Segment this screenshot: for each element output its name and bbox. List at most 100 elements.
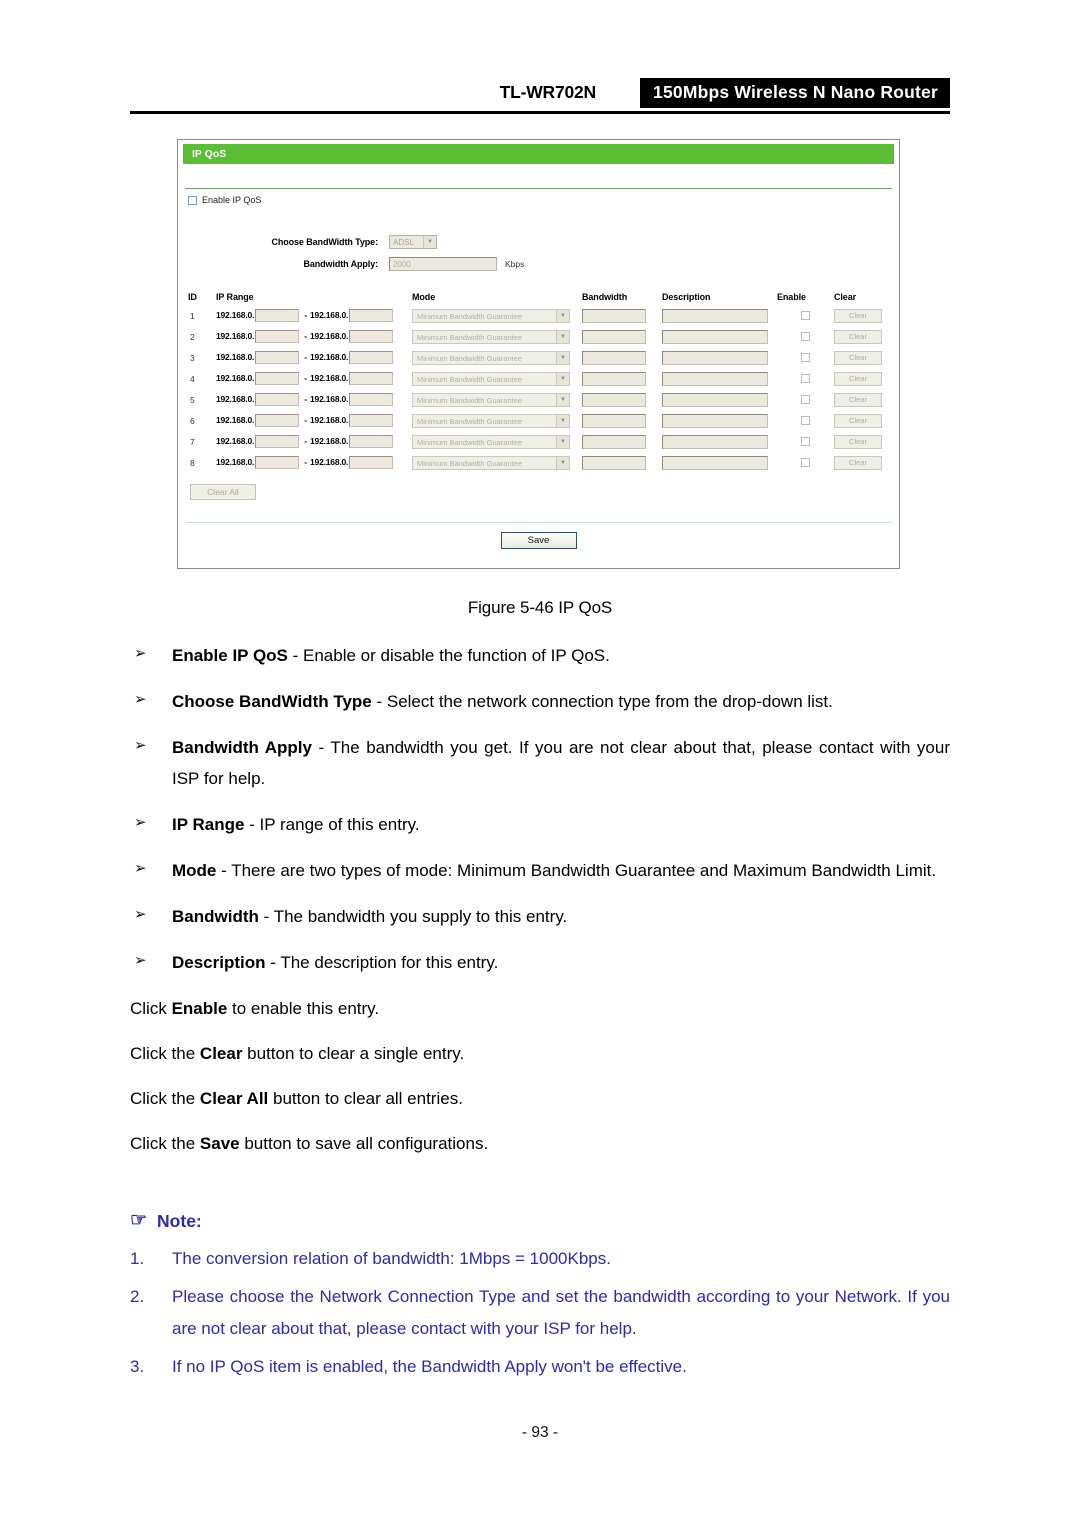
description-input[interactable] bbox=[662, 371, 768, 386]
clear-button[interactable]: Clear bbox=[834, 392, 882, 407]
ip-start-input[interactable] bbox=[255, 372, 300, 385]
instruction-suffix: button to clear all entries. bbox=[268, 1089, 463, 1108]
enable-ip-qos-checkbox[interactable] bbox=[188, 195, 197, 205]
ip-end-input[interactable] bbox=[349, 393, 394, 406]
ip-end-input[interactable] bbox=[349, 309, 394, 322]
chevron-down-icon[interactable]: ▼ bbox=[423, 235, 436, 248]
definition-term: Description bbox=[172, 953, 266, 972]
instruction-prefix: Click the bbox=[130, 1044, 200, 1063]
ip-start-input[interactable] bbox=[255, 393, 300, 406]
ip-end-input[interactable] bbox=[349, 435, 394, 448]
enable-checkbox[interactable] bbox=[801, 395, 810, 404]
description-input[interactable] bbox=[662, 350, 768, 365]
bandwidth-input[interactable] bbox=[582, 392, 646, 407]
clear-button[interactable]: Clear bbox=[834, 413, 882, 428]
chevron-down-icon[interactable]: ▼ bbox=[556, 330, 569, 343]
definition-item: ➢ Enable IP QoS - Enable or disable the f… bbox=[130, 640, 950, 671]
clear-button[interactable]: Clear bbox=[834, 308, 882, 323]
bullet-arrow-icon: ➢ bbox=[134, 691, 147, 708]
ip-start-input[interactable] bbox=[255, 309, 300, 322]
instruction-prefix: Click bbox=[130, 999, 172, 1018]
bandwidth-input[interactable] bbox=[582, 308, 646, 323]
ip-end-input[interactable] bbox=[349, 414, 394, 427]
row-ip-range: 192.168.0. -192.168.0. bbox=[216, 330, 412, 343]
ip-end-input[interactable] bbox=[349, 456, 394, 469]
table-row: 8 192.168.0. -192.168.0. Minimum Bandwidth … bbox=[188, 452, 888, 473]
row-clear: Clear bbox=[834, 329, 888, 344]
ip-start-prefix: 192.168.0. bbox=[216, 393, 255, 404]
bandwidth-input[interactable] bbox=[582, 413, 646, 428]
column-header-description: Description bbox=[662, 291, 711, 302]
description-input[interactable] bbox=[662, 413, 768, 428]
clear-all-button[interactable]: Clear All bbox=[190, 484, 256, 500]
clear-button[interactable]: Clear bbox=[834, 434, 882, 449]
mode-select[interactable]: Minimum Bandwidth Guarantee ▼ bbox=[412, 329, 570, 344]
mode-select[interactable]: Minimum Bandwidth Guarantee ▼ bbox=[412, 392, 570, 407]
column-header-mode: Mode bbox=[412, 291, 436, 302]
bullet-arrow-icon: ➢ bbox=[134, 737, 147, 754]
ip-end-input[interactable] bbox=[349, 372, 394, 385]
mode-select[interactable]: Minimum Bandwidth Guarantee ▼ bbox=[412, 350, 570, 365]
bullet-arrow-icon: ➢ bbox=[134, 645, 147, 662]
row-ip-range: 192.168.0. -192.168.0. bbox=[216, 456, 412, 469]
enable-checkbox[interactable] bbox=[801, 311, 810, 320]
chevron-down-icon[interactable]: ▼ bbox=[556, 309, 569, 322]
ip-start-prefix: 192.168.0. bbox=[216, 309, 255, 320]
column-header-id: ID bbox=[188, 291, 197, 302]
clear-button[interactable]: Clear bbox=[834, 455, 882, 470]
bandwidth-input[interactable] bbox=[582, 350, 646, 365]
definition-separator: - bbox=[265, 953, 281, 972]
chevron-down-icon[interactable]: ▼ bbox=[556, 393, 569, 406]
chevron-down-icon[interactable]: ▼ bbox=[556, 372, 569, 385]
enable-ip-qos-row[interactable]: Enable IP QoS bbox=[188, 195, 261, 205]
instruction-emphasis: Clear bbox=[199, 1044, 243, 1063]
enable-checkbox[interactable] bbox=[801, 353, 810, 362]
description-input[interactable] bbox=[662, 329, 768, 344]
page-number: - 93 - bbox=[521, 1424, 559, 1441]
instruction-list: Click Enable to enable this entry. Click … bbox=[130, 993, 950, 1159]
clear-button[interactable]: Clear bbox=[834, 350, 882, 365]
bandwidth-apply-input[interactable]: 2000 bbox=[389, 256, 497, 271]
enable-checkbox[interactable] bbox=[801, 437, 810, 446]
description-input[interactable] bbox=[662, 455, 768, 470]
ip-start-input[interactable] bbox=[255, 330, 300, 343]
enable-checkbox[interactable] bbox=[801, 332, 810, 341]
bandwidth-input[interactable] bbox=[582, 434, 646, 449]
ip-start-input[interactable] bbox=[255, 435, 300, 448]
description-input[interactable] bbox=[662, 392, 768, 407]
mode-select[interactable]: Minimum Bandwidth Guarantee ▼ bbox=[412, 455, 570, 470]
bandwidth-input[interactable] bbox=[582, 455, 646, 470]
chevron-down-icon[interactable]: ▼ bbox=[556, 414, 569, 427]
enable-checkbox[interactable] bbox=[801, 374, 810, 383]
description-input[interactable] bbox=[662, 308, 768, 323]
row-enable bbox=[777, 458, 834, 467]
ip-range-separator: - bbox=[304, 330, 308, 341]
save-button[interactable]: Save bbox=[500, 532, 577, 549]
row-ip-range: 192.168.0. -192.168.0. bbox=[216, 393, 412, 406]
definition-text: Enable IP QoS - Enable or disable the fu… bbox=[172, 640, 950, 671]
enable-checkbox[interactable] bbox=[801, 458, 810, 467]
chevron-down-icon[interactable]: ▼ bbox=[556, 351, 569, 364]
mode-select[interactable]: Minimum Bandwidth Guarantee ▼ bbox=[412, 308, 570, 323]
bandwidth-input[interactable] bbox=[582, 329, 646, 344]
bandwidth-input[interactable] bbox=[582, 371, 646, 386]
clear-button[interactable]: Clear bbox=[834, 371, 882, 386]
ip-end-input[interactable] bbox=[349, 330, 394, 343]
bandwidth-apply-unit: Kbps bbox=[505, 258, 525, 269]
row-ip-range: 192.168.0. -192.168.0. bbox=[216, 435, 412, 448]
clear-button[interactable]: Clear bbox=[834, 329, 882, 344]
ip-end-input[interactable] bbox=[349, 351, 394, 364]
ip-start-input[interactable] bbox=[255, 351, 300, 364]
mode-select[interactable]: Minimum Bandwidth Guarantee ▼ bbox=[412, 371, 570, 386]
bandwidth-type-select[interactable]: ADSL ▼ bbox=[389, 234, 437, 249]
mode-select[interactable]: Minimum Bandwidth Guarantee ▼ bbox=[412, 434, 570, 449]
row-id: 5 bbox=[190, 394, 195, 405]
description-input[interactable] bbox=[662, 434, 768, 449]
ip-start-input[interactable] bbox=[255, 456, 300, 469]
chevron-down-icon[interactable]: ▼ bbox=[556, 435, 569, 448]
mode-select[interactable]: Minimum Bandwidth Guarantee ▼ bbox=[412, 413, 570, 428]
table-row: 4 192.168.0. -192.168.0. Minimum Bandwidth … bbox=[188, 368, 888, 389]
enable-checkbox[interactable] bbox=[801, 416, 810, 425]
ip-start-input[interactable] bbox=[255, 414, 300, 427]
chevron-down-icon[interactable]: ▼ bbox=[556, 456, 569, 469]
